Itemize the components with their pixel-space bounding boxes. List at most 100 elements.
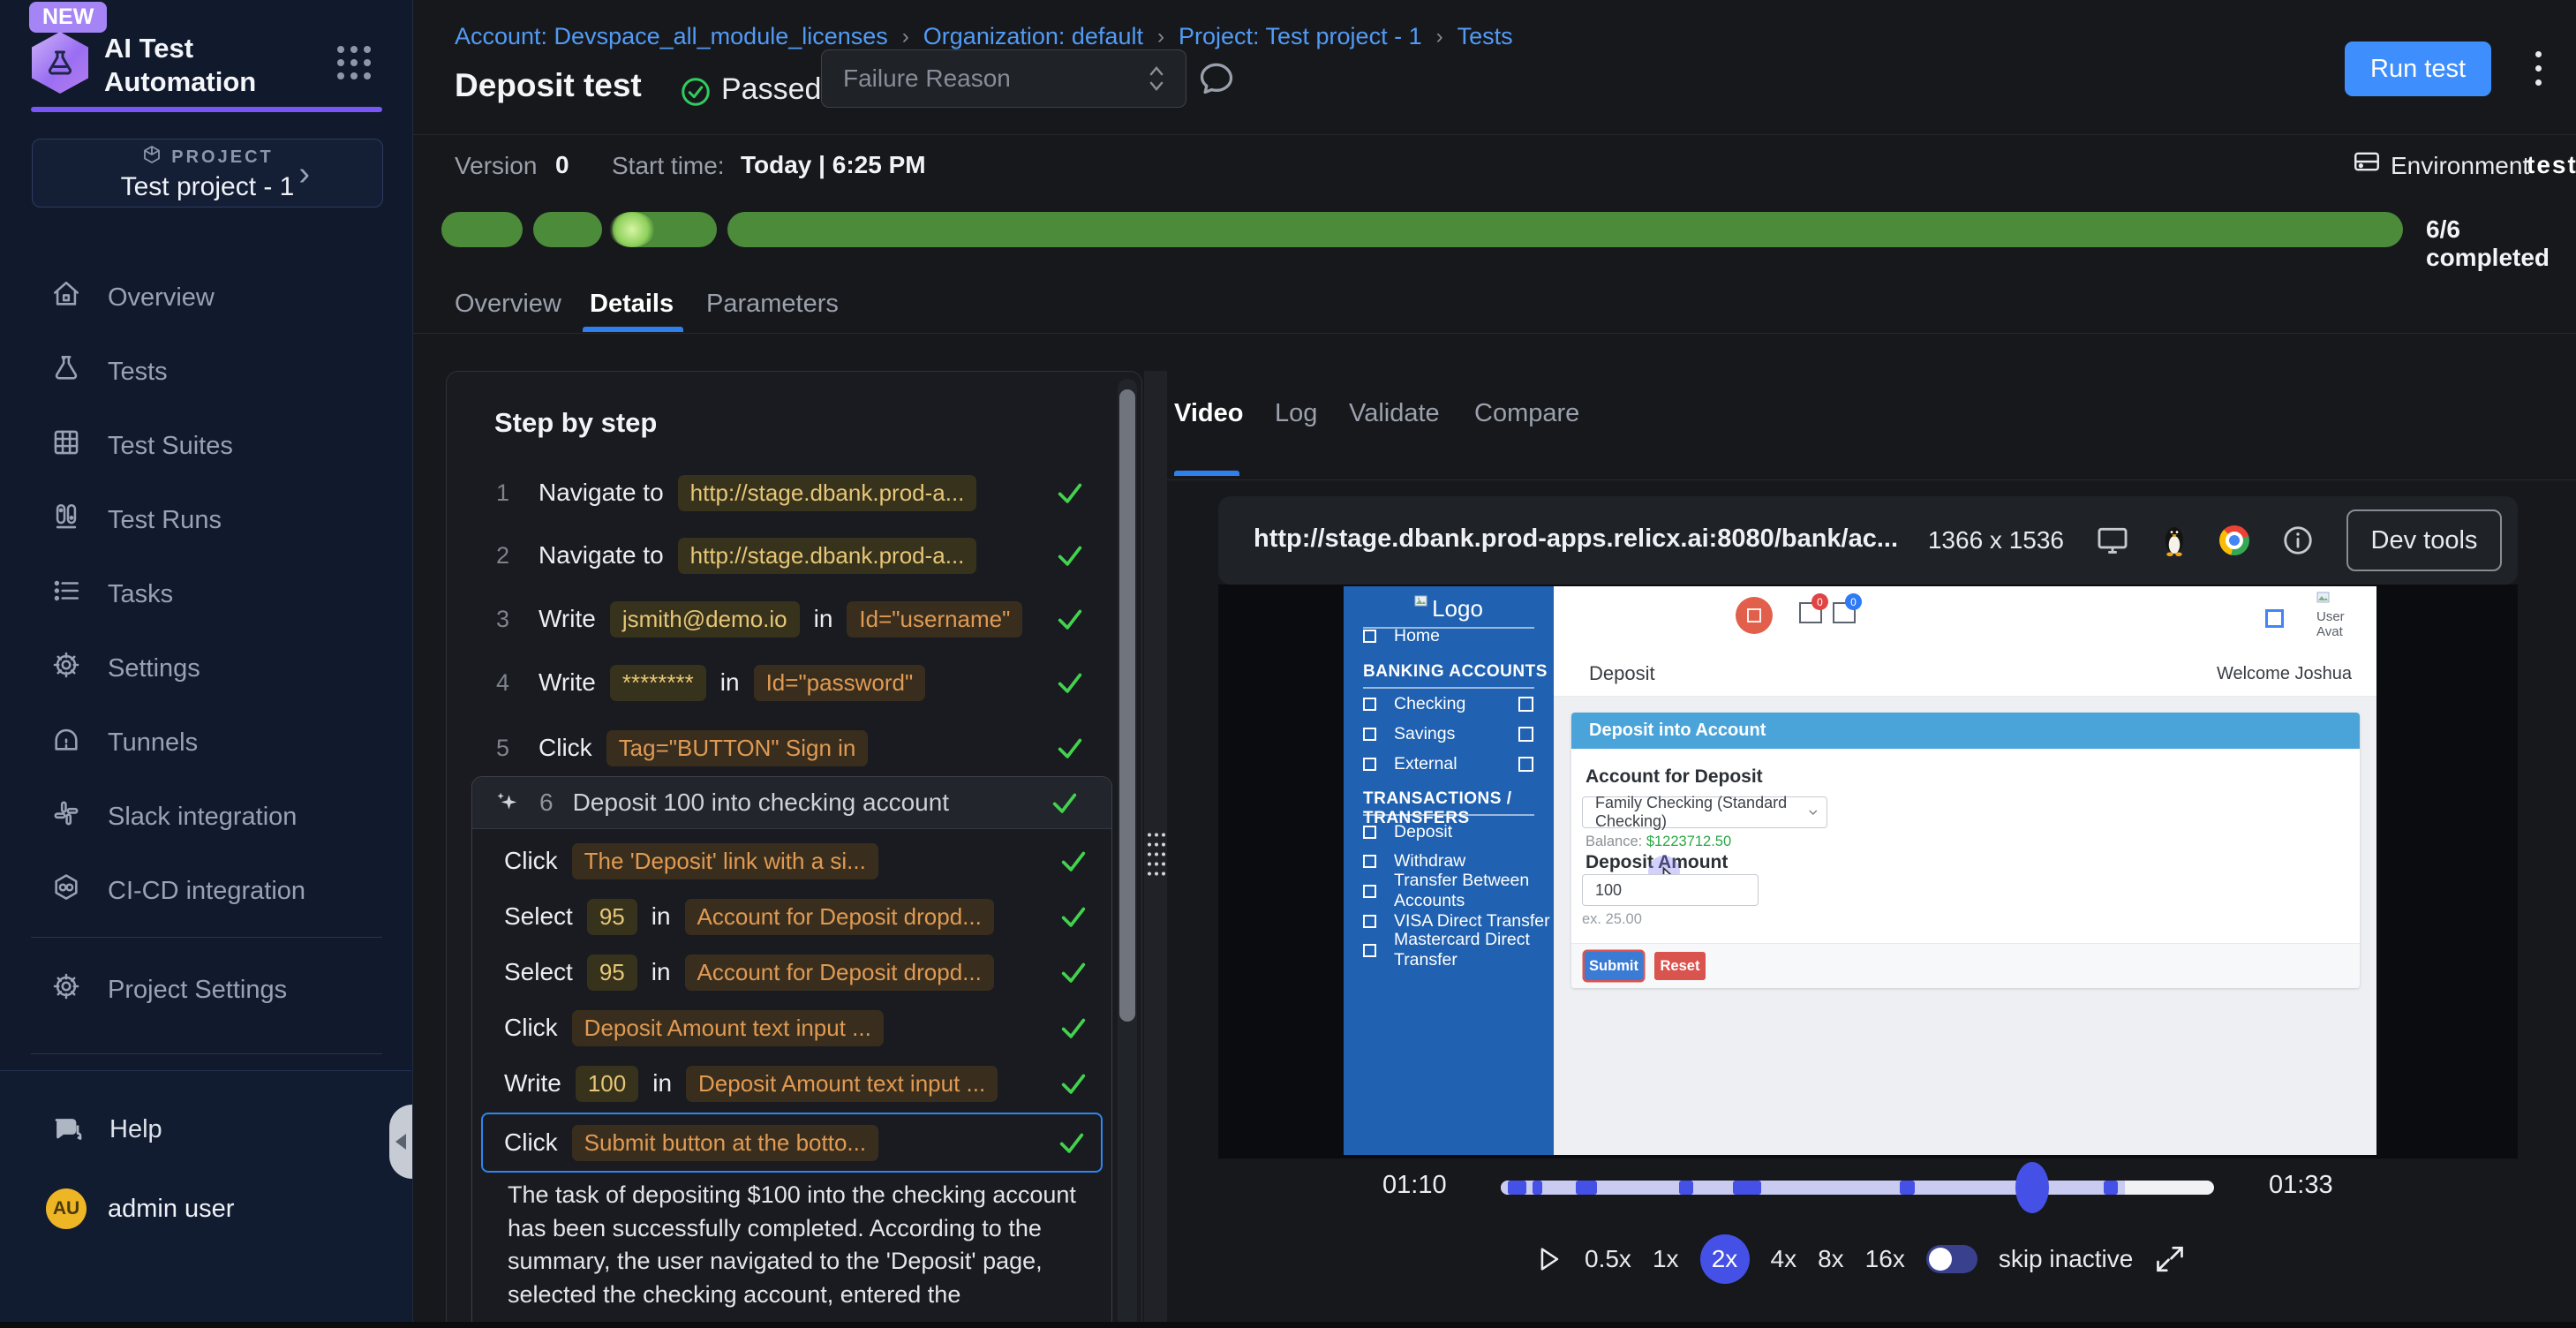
- step-connector: in: [814, 605, 833, 633]
- play-button[interactable]: [1533, 1244, 1563, 1274]
- substep-row[interactable]: Write100inDeposit Amount text input ...: [481, 1063, 1103, 1104]
- sidebar-item-tunnels[interactable]: Tunnels: [0, 706, 412, 780]
- sidebar-collapse-handle[interactable]: [389, 1105, 412, 1179]
- scrollbar-thumb[interactable]: [1119, 389, 1135, 1022]
- environment-value: test: [2527, 151, 2576, 179]
- info-icon[interactable]: [2281, 524, 2315, 557]
- fullscreen-icon[interactable]: [2154, 1243, 2186, 1275]
- reset-button: Reset: [1654, 952, 1706, 980]
- cicd-icon: [51, 872, 81, 909]
- kebab-menu-icon[interactable]: [2535, 51, 2542, 94]
- project-selector[interactable]: PROJECT Test project - 1 ›: [32, 139, 383, 208]
- step-row[interactable]: 3Writejsmith@demo.ioinId="username": [496, 599, 1085, 639]
- start-time-label: Start time:: [612, 152, 725, 180]
- tab-validate[interactable]: Validate: [1349, 399, 1440, 428]
- gear-icon: [51, 650, 81, 687]
- bank-nav-item-withdraw: Withdraw: [1344, 849, 1554, 873]
- dev-tools-button[interactable]: Dev tools: [2346, 509, 2502, 571]
- page-title: Deposit test: [455, 67, 642, 104]
- step-row[interactable]: 4Write********inId="password": [496, 662, 1085, 703]
- panel-splitter[interactable]: [1144, 371, 1167, 1328]
- step-row[interactable]: 5ClickTag="BUTTON" Sign in: [496, 728, 1085, 768]
- total-duration: 01:33: [2269, 1171, 2333, 1200]
- sidebar-nav: Overview Tests Test SuitesTest RunsTasksSe…: [0, 260, 412, 928]
- substep-row[interactable]: Select95inAccount for Deposit dropd...: [481, 952, 1103, 992]
- ai-step-group-header[interactable]: 6 Deposit 100 into checking account: [472, 777, 1111, 829]
- step-selector-chip: Deposit Amount text input ...: [686, 1066, 998, 1102]
- video-timeline[interactable]: [1501, 1181, 2214, 1195]
- substep-row[interactable]: ClickDeposit Amount text input ...: [481, 1007, 1103, 1048]
- speed-option-1x[interactable]: 1x: [1653, 1245, 1679, 1273]
- tab-log[interactable]: Log: [1275, 399, 1317, 428]
- step-action: Navigate to: [539, 541, 664, 570]
- check-icon: [1058, 957, 1088, 987]
- sidebar-item-ci-cd-integration[interactable]: CI-CD integration: [0, 854, 412, 928]
- step-number: 1: [496, 479, 524, 507]
- sidebar-item-test-suites[interactable]: Test Suites: [0, 409, 412, 483]
- cube-icon: [141, 144, 162, 170]
- tab-compare[interactable]: Compare: [1474, 399, 1579, 428]
- user-menu[interactable]: AU admin user: [46, 1188, 234, 1229]
- step-row[interactable]: 2Navigate tohttp://stage.dbank.prod-a...: [496, 535, 1085, 576]
- step-number: 3: [496, 606, 524, 633]
- timeline-playhead[interactable]: [2015, 1162, 2049, 1213]
- sidebar-item-tasks[interactable]: Tasks: [0, 557, 412, 631]
- bank-nav-item-mastercard-direct-transfer: Mastercard Direct Transfer: [1344, 938, 1554, 962]
- bank-logo-broken-image: Logo: [1344, 595, 1554, 622]
- comment-icon[interactable]: [1197, 58, 1236, 97]
- breadcrumb-link[interactable]: Tests: [1457, 23, 1513, 50]
- speed-option-4x[interactable]: 4x: [1771, 1245, 1797, 1273]
- divider: [31, 1053, 382, 1054]
- sidebar-item-help[interactable]: ? Help: [51, 1113, 162, 1145]
- sidebar-item-tests[interactable]: Tests: [0, 335, 412, 409]
- speed-option-8x[interactable]: 8x: [1818, 1245, 1844, 1273]
- tab-overview[interactable]: Overview: [455, 290, 561, 319]
- step-value-chip: http://stage.dbank.prod-a...: [678, 538, 977, 574]
- version-value: 0: [555, 151, 569, 179]
- breadcrumb-link[interactable]: Organization: default: [923, 23, 1143, 50]
- substep-row-selected[interactable]: ClickSubmit button at the botto...: [481, 1113, 1103, 1173]
- run-test-button[interactable]: Run test: [2345, 42, 2491, 96]
- tab-details[interactable]: Details: [590, 290, 674, 319]
- window-icon: 0: [1833, 602, 1856, 623]
- active-tab-underline: [583, 327, 683, 332]
- sidebar-item-project-settings[interactable]: Project Settings: [0, 953, 412, 1027]
- failure-reason-select[interactable]: Failure Reason: [821, 49, 1186, 108]
- step-action: Click: [504, 1128, 558, 1157]
- svg-text:?: ?: [63, 1121, 69, 1134]
- speed-option-2x[interactable]: 2x: [1700, 1234, 1750, 1284]
- breadcrumb-link[interactable]: Account: Devspace_all_module_licenses: [455, 23, 888, 50]
- tab-video[interactable]: Video: [1174, 399, 1243, 428]
- speed-option-16x[interactable]: 16x: [1865, 1245, 1905, 1273]
- linux-tux-icon: [2161, 524, 2188, 557]
- balance-text: Balance: $1223712.50: [1586, 834, 1731, 850]
- video-stage[interactable]: Logo HomeBANKING ACCOUNTSCheckingSavings…: [1218, 585, 2518, 1158]
- step-value-chip: jsmith@demo.io: [610, 601, 800, 638]
- step-selector-chip: Id="password": [754, 665, 926, 701]
- substep-row[interactable]: ClickThe 'Deposit' link with a si...: [481, 841, 1103, 881]
- passed-check-icon: [680, 76, 712, 108]
- sidebar-item-label: Tests: [108, 358, 168, 387]
- divider: [31, 937, 382, 938]
- bank-nav-item-external: External: [1344, 751, 1554, 776]
- breadcrumb-link[interactable]: Project: Test project - 1: [1179, 23, 1422, 50]
- app-logo-icon: [32, 32, 88, 94]
- steps-panel-title: Step by step: [494, 407, 657, 439]
- check-icon: [1058, 846, 1088, 876]
- step-row[interactable]: 1Navigate tohttp://stage.dbank.prod-a...: [496, 472, 1085, 513]
- speed-options: 0.5x 1x 2x 4x 8x 16x: [1585, 1234, 1905, 1284]
- sidebar-item-settings[interactable]: Settings: [0, 631, 412, 706]
- check-icon: [1058, 1068, 1088, 1098]
- check-icon: [1058, 902, 1088, 932]
- sidebar-item-test-runs[interactable]: Test Runs: [0, 483, 412, 557]
- step-action: Select: [504, 902, 573, 931]
- divider: [1363, 687, 1534, 689]
- substep-row[interactable]: Select95inAccount for Deposit dropd...: [481, 896, 1103, 937]
- skip-inactive-toggle[interactable]: [1926, 1245, 1977, 1273]
- speed-option-0.5x[interactable]: 0.5x: [1585, 1245, 1631, 1273]
- deposit-card-footer: Submit Reset: [1571, 943, 2360, 988]
- app-switcher-icon[interactable]: [337, 46, 371, 79]
- tab-parameters[interactable]: Parameters: [706, 290, 839, 319]
- sidebar-item-slack-integration[interactable]: Slack integration: [0, 780, 412, 854]
- sidebar-item-overview[interactable]: Overview: [0, 260, 412, 335]
